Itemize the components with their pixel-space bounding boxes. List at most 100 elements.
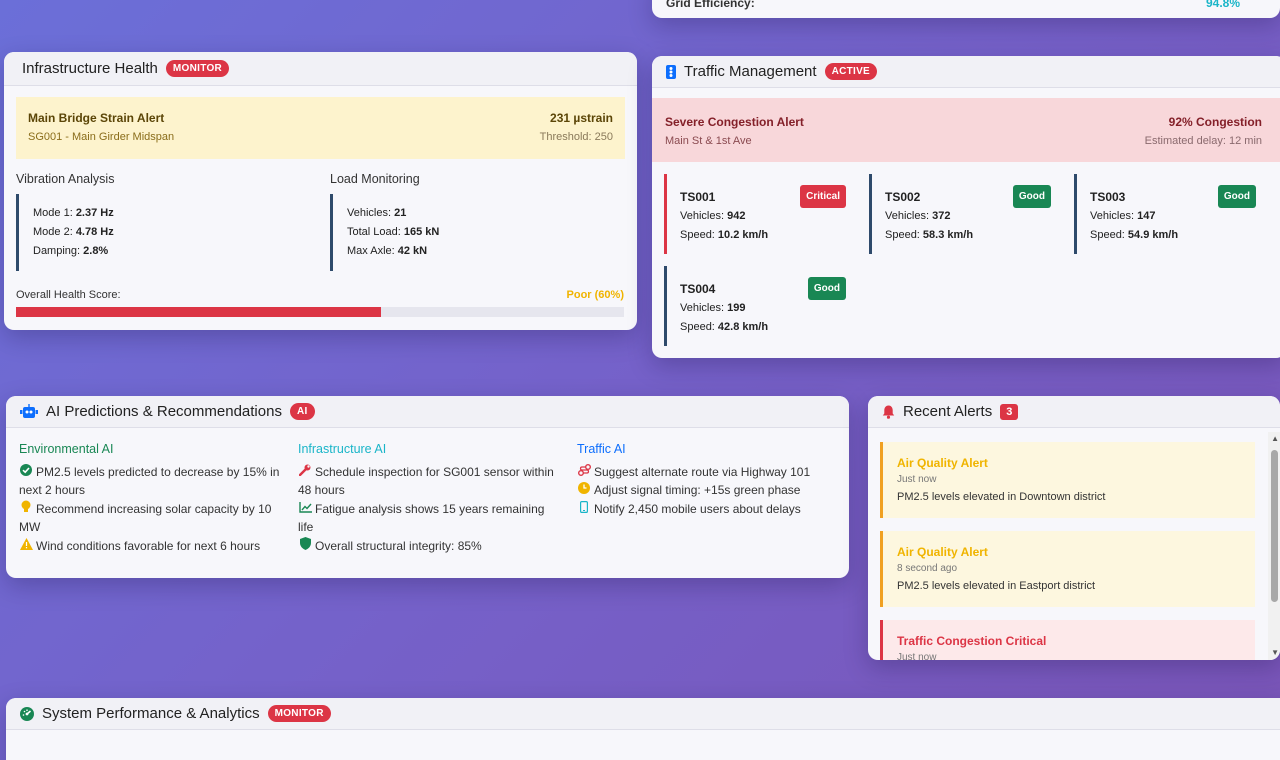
- sensor-vehicles: 942: [727, 210, 746, 222]
- wrench-icon: [298, 463, 312, 482]
- alert-title: Air Quality Alert: [897, 545, 988, 559]
- scrollbar-thumb[interactable]: [1271, 450, 1278, 602]
- total-load-label: Total Load:: [347, 226, 404, 238]
- ai-item-text: Adjust signal timing: +15s green phase: [594, 483, 801, 497]
- sensor-speed: 42.8 km/h: [717, 321, 769, 333]
- traffic-ai-column: Traffic AI Suggest alternate route via H…: [577, 440, 842, 518]
- sensor-speed-label: Speed:: [885, 229, 923, 241]
- strain-threshold: Threshold: 250: [539, 131, 613, 143]
- congestion-delay: Estimated delay: 12 min: [1144, 135, 1262, 147]
- mode2-label: Mode 2:: [33, 226, 76, 238]
- strain-alert-title: Main Bridge Strain Alert: [28, 111, 165, 125]
- active-badge: ACTIVE: [824, 63, 878, 80]
- sensor-vehicles-label: Vehicles:: [680, 302, 728, 314]
- alert-title: Traffic Congestion Critical: [897, 634, 1047, 648]
- sensor-vehicles: 147: [1137, 210, 1156, 222]
- vehicles-label: Vehicles:: [347, 207, 395, 219]
- alert-time: Just now: [897, 652, 937, 660]
- infrastructure-title: Infrastructure Health: [22, 60, 158, 77]
- health-progress-fill: [16, 307, 381, 317]
- sensor-status-badge: Good: [1217, 185, 1256, 208]
- mode2-value: 4.78 Hz: [75, 226, 114, 238]
- mobile-phone-icon: [577, 500, 591, 519]
- monitor-badge: MONITOR: [165, 60, 230, 77]
- mode1-value: 2.37 Hz: [75, 207, 114, 219]
- alert-item[interactable]: Air Quality Alert Just now PM2.5 levels …: [880, 442, 1255, 518]
- sensor-card-ts003[interactable]: TS003 Good Vehicles: 147 Speed: 54.9 km/…: [1074, 174, 1256, 254]
- clock-icon: [577, 481, 591, 500]
- damping-value: 2.8%: [83, 245, 109, 257]
- infrastructure-header: Infrastructure Health MONITOR: [4, 52, 637, 86]
- max-axle-label: Max Axle:: [347, 245, 398, 257]
- infrastructure-ai-column: Infrastructure AI Schedule inspection fo…: [298, 440, 563, 555]
- energy-grid-card: Grid Efficiency: 94.8%: [652, 0, 1280, 18]
- ai-badge: AI: [289, 403, 315, 420]
- alerts-header: Recent Alerts 3: [868, 396, 1280, 428]
- sensor-speed: 58.3 km/h: [922, 229, 974, 241]
- health-progress-bar: [16, 307, 624, 317]
- sensor-card-ts004[interactable]: TS004 Good Vehicles: 199 Speed: 42.8 km/…: [664, 266, 846, 346]
- mode1-label: Mode 1:: [33, 207, 76, 219]
- sensor-speed: 10.2 km/h: [717, 229, 769, 241]
- system-performance-card: System Performance & Analytics MONITOR: [6, 698, 1280, 760]
- traffic-ai-heading: Traffic AI: [577, 442, 626, 456]
- ai-item-text: Recommend increasing solar capacity by 1…: [19, 501, 272, 535]
- congestion-alert[interactable]: Severe Congestion Alert Main St & 1st Av…: [652, 98, 1280, 162]
- alerts-count-badge: 3: [1000, 403, 1019, 420]
- bridge-strain-alert[interactable]: Main Bridge Strain Alert SG001 - Main Gi…: [16, 97, 625, 159]
- vibration-analysis: Vibration Analysis Mode 1: 2.37 Hz Mode …: [16, 172, 306, 271]
- warning-triangle-icon: [19, 537, 33, 556]
- ai-title: AI Predictions & Recommendations: [46, 403, 282, 420]
- grid-efficiency-row: Grid Efficiency: 94.8%: [666, 0, 1240, 10]
- ai-item-text: Schedule inspection for SG001 sensor wit…: [298, 464, 554, 498]
- grid-efficiency-value: 94.8%: [1205, 0, 1240, 10]
- sensor-card-ts002[interactable]: TS002 Good Vehicles: 372 Speed: 58.3 km/…: [869, 174, 1051, 254]
- sensor-speed-label: Speed:: [680, 229, 718, 241]
- congestion-value: 92% Congestion: [1168, 115, 1262, 129]
- ai-header: AI Predictions & Recommendations AI: [6, 396, 849, 428]
- health-score-label: Overall Health Score:: [16, 289, 121, 301]
- vehicles-value: 21: [394, 207, 407, 219]
- alert-item[interactable]: Traffic Congestion Critical Just now: [880, 620, 1255, 660]
- alert-time: Just now: [897, 474, 937, 485]
- ai-item-text: Overall structural integrity: 85%: [315, 538, 482, 553]
- ai-item-text: PM2.5 levels predicted to decrease by 15…: [19, 464, 280, 498]
- ai-recommendation-item: Wind conditions favorable for next 6 hou…: [19, 537, 284, 556]
- robot-icon: [20, 403, 38, 420]
- bell-icon: [882, 405, 895, 419]
- total-load-value: 165 kN: [403, 226, 440, 238]
- lightbulb-icon: [19, 500, 33, 519]
- health-score-value: Poor (60%): [566, 289, 624, 301]
- speedometer-icon: [20, 706, 34, 721]
- ai-recommendation-item: Notify 2,450 mobile users about delays: [577, 500, 842, 519]
- alert-title: Air Quality Alert: [897, 456, 988, 470]
- scroll-up-arrow-icon[interactable]: ▲: [1271, 434, 1279, 443]
- line-chart-icon: [298, 500, 312, 519]
- recent-alerts-card: Recent Alerts 3 Air Quality Alert Just n…: [868, 396, 1280, 660]
- ai-recommendation-item: Overall structural integrity: 85%: [298, 536, 563, 556]
- ai-recommendation-item: Schedule inspection for SG001 sensor wit…: [298, 463, 563, 500]
- sensor-status-badge: Good: [1012, 185, 1051, 208]
- ai-recommendation-item: Adjust signal timing: +15s green phase: [577, 481, 842, 500]
- alert-item[interactable]: Air Quality Alert 8 second ago PM2.5 lev…: [880, 531, 1255, 607]
- infrastructure-ai-heading: Infrastructure AI: [298, 442, 387, 456]
- ai-item-text: Suggest alternate route via Highway 101: [594, 464, 811, 479]
- traffic-header: Traffic Management ACTIVE: [652, 56, 1280, 88]
- strain-alert-location: SG001 - Main Girder Midspan: [28, 131, 175, 143]
- traffic-light-icon: [666, 64, 676, 79]
- damping-label: Damping:: [33, 245, 84, 257]
- sensor-vehicles-label: Vehicles:: [680, 210, 728, 222]
- load-heading: Load Monitoring: [330, 172, 420, 186]
- shield-icon: [298, 536, 312, 556]
- ai-recommendation-item: Fatigue analysis shows 15 years remainin…: [298, 500, 563, 537]
- sensor-vehicles-label: Vehicles:: [885, 210, 933, 222]
- scroll-down-arrow-icon[interactable]: ▼: [1271, 648, 1279, 657]
- environmental-ai-column: Environmental AI PM2.5 levels predicted …: [19, 440, 284, 555]
- perf-monitor-badge: MONITOR: [267, 705, 331, 722]
- ai-recommendation-item: Recommend increasing solar capacity by 1…: [19, 500, 284, 537]
- vibration-heading: Vibration Analysis: [16, 172, 115, 186]
- ai-recommendation-item: PM2.5 levels predicted to decrease by 15…: [19, 463, 284, 500]
- load-monitoring: Load Monitoring Vehicles: 21 Total Load:…: [330, 172, 620, 271]
- sensor-card-ts001[interactable]: TS001 Critical Vehicles: 942 Speed: 10.2…: [664, 174, 846, 254]
- ai-item-text: Wind conditions favorable for next 6 hou…: [36, 538, 261, 553]
